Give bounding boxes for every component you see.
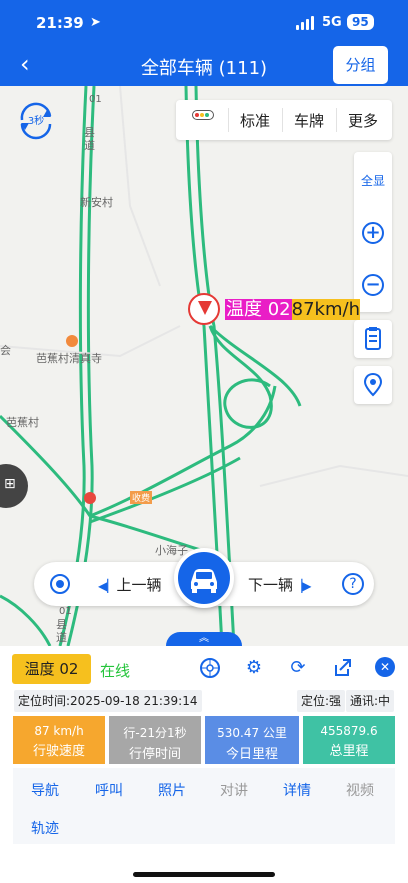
map-label-county-road-top: 县道: [84, 126, 95, 152]
map-label-xinan-village: 新安村: [80, 196, 113, 209]
map-label-toll: 收费: [130, 491, 153, 504]
home-indicator: [133, 872, 275, 877]
panel-pull-tab[interactable]: ︽: [166, 632, 242, 646]
stat-today-mileage-label: 今日里程: [225, 747, 278, 762]
vehicle-label-speed: 87km/h: [291, 299, 360, 320]
group-button[interactable]: 分组: [333, 46, 388, 84]
map-zoom-tools: 全显 + −: [354, 152, 392, 312]
map-style-tabs: 标准 车牌 更多: [176, 100, 392, 140]
map-label-edge: 会: [0, 344, 11, 357]
cellular-signal-icon: [296, 16, 316, 30]
details-button[interactable]: 详情: [283, 780, 311, 800]
stat-drive-time: 行-21分1秒 行停时间: [109, 716, 201, 764]
stat-today-mileage: 530.47 公里 今日里程: [205, 716, 299, 764]
stat-total-mileage: 455879.6 总里程: [303, 716, 395, 764]
vehicle-map-label[interactable]: 温度 0287km/h: [225, 297, 370, 323]
stat-drive-time-value: 行-21分1秒: [123, 726, 187, 740]
stat-total-mileage-value: 455879.6: [320, 724, 378, 738]
refresh-interval-label: 3秒: [27, 116, 45, 127]
locate-quality: 定位:强: [297, 690, 346, 712]
previous-arrow-icon: ◀▏: [98, 579, 117, 593]
location-arrow-icon: ➤: [90, 15, 101, 30]
temple-poi-icon[interactable]: [66, 335, 78, 347]
vehicle-label-name: 温度 02: [225, 299, 292, 320]
stat-speed-value: 87 km/h: [34, 724, 84, 738]
map-pin-icon[interactable]: [354, 366, 392, 404]
header: ‹ 全部车辆 (111) 分组: [0, 46, 408, 84]
track-button[interactable]: 轨迹: [31, 818, 59, 838]
stat-drive-time-label: 行停时间: [128, 747, 181, 762]
next-vehicle-label: 下一辆: [248, 576, 294, 594]
stat-speed-label: 行驶速度: [32, 744, 85, 759]
map-label-bajiao-village: 芭蕉村: [6, 416, 39, 429]
action-grid: [13, 768, 395, 844]
comm-quality: 通讯:中: [346, 690, 395, 712]
vehicle-name: 温度 02: [12, 654, 91, 684]
top-bar: 21:39 ➤ 5G 95 ‹ 全部车辆 (111) 分组: [0, 0, 408, 86]
map-label-bajiao-temple: 芭蕉村清真寺: [36, 352, 102, 365]
status-bar: 21:39 ➤ 5G 95: [0, 14, 408, 36]
map-label-road-number-bottom: 01: [59, 606, 72, 617]
next-vehicle-button[interactable]: 下一辆▕▶: [248, 574, 311, 595]
locate-time: 定位时间:2025-09-18 21:39:14: [14, 690, 202, 712]
traffic-light-icon[interactable]: [192, 110, 214, 120]
zoom-out-button[interactable]: −: [362, 274, 384, 296]
tab-plate[interactable]: 车牌: [294, 110, 324, 131]
clipboard-icon[interactable]: [354, 320, 392, 358]
grid-icon: ⊞: [4, 476, 16, 492]
vehicle-marker-icon[interactable]: [188, 293, 220, 325]
online-status: 在线: [100, 662, 131, 680]
map-label-county-road-bottom: 县道: [56, 618, 67, 644]
navigate-button[interactable]: 导航: [31, 780, 59, 800]
share-icon[interactable]: [331, 657, 353, 679]
sync-icon[interactable]: ⟳: [287, 657, 309, 679]
vehicle-info-panel: 温度 02 在线 ⚙ ⟳ ✕ 定位时间:2025-09-18 21:39:14 …: [0, 646, 408, 883]
previous-vehicle-button[interactable]: ◀▏上一辆: [98, 574, 161, 595]
photo-button[interactable]: 照片: [158, 780, 186, 800]
network-type: 5G: [322, 15, 342, 30]
status-time: 21:39: [36, 14, 84, 32]
battery-indicator: 95: [347, 14, 374, 30]
car-icon: [191, 569, 217, 593]
car-center-button[interactable]: [174, 548, 234, 608]
tire-icon[interactable]: [199, 657, 221, 679]
tab-more[interactable]: 更多: [348, 110, 378, 131]
tab-standard[interactable]: 标准: [240, 110, 270, 131]
fit-all-button[interactable]: 全显: [354, 172, 392, 189]
refresh-interval-button[interactable]: 3秒: [14, 98, 58, 142]
gas-station-poi-icon[interactable]: [84, 492, 96, 504]
stat-today-mileage-value: 530.47 公里: [217, 726, 287, 740]
chevron-up-icon: ︽: [199, 633, 209, 644]
video-button[interactable]: 视频: [346, 780, 374, 800]
call-button[interactable]: 呼叫: [95, 780, 123, 800]
next-arrow-icon: ▕▶: [293, 579, 312, 593]
stat-total-mileage-label: 总里程: [329, 744, 369, 759]
map-label-road-number: 01: [89, 94, 102, 105]
zoom-in-button[interactable]: +: [362, 222, 384, 244]
previous-vehicle-label: 上一辆: [116, 576, 162, 594]
locate-target-icon[interactable]: [50, 574, 70, 594]
settings-gear-icon[interactable]: ⚙: [243, 657, 265, 679]
close-icon[interactable]: ✕: [375, 657, 395, 677]
intercom-button[interactable]: 对讲: [220, 780, 248, 800]
stat-speed: 87 km/h 行驶速度: [13, 716, 105, 764]
help-button[interactable]: ?: [342, 573, 364, 595]
map-view[interactable]: 新安村 芭蕉村清真寺 芭蕉村 小海子 收费 县道 01 01 县道 会 3秒 标…: [0, 86, 408, 646]
